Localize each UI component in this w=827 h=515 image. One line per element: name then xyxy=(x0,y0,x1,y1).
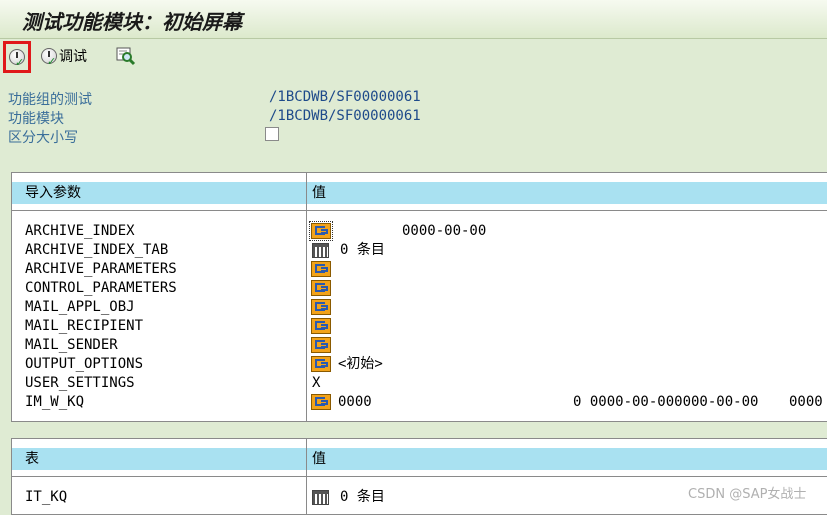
table-name: IT_KQ xyxy=(25,489,68,505)
execute-clock-icon: ✓ xyxy=(9,49,25,69)
function-module-value: /1BCDWB/SF00000061 xyxy=(269,108,421,124)
debug-clock-icon: ✓ xyxy=(41,48,57,68)
param-value-3: 0000 xyxy=(789,394,823,410)
import-parameters-panel: 导入参数 值 ARCHIVE_INDEX 0000-00-00 ARCHIVE_… xyxy=(11,172,827,422)
case-sensitive-label: 区分大小写 xyxy=(8,130,78,146)
structure-icon[interactable] xyxy=(311,299,331,315)
structure-icon[interactable] xyxy=(311,394,331,410)
magnifier-icon xyxy=(116,47,136,66)
param-name: USER_SETTINGS xyxy=(25,375,135,391)
param-name: MAIL_APPL_OBJ xyxy=(25,299,135,315)
param-value[interactable]: 0000-00-00 xyxy=(402,222,486,241)
structure-icon[interactable] xyxy=(311,318,331,334)
structure-icon[interactable] xyxy=(311,356,331,372)
table-value: 0 条目 xyxy=(340,489,385,505)
param-value-2: 0 0000-00-000000-00-00 xyxy=(573,394,759,410)
param-name: ARCHIVE_INDEX xyxy=(25,223,135,239)
structure-icon[interactable] xyxy=(309,221,333,241)
param-name: OUTPUT_OPTIONS xyxy=(25,356,144,372)
tables-header: 表 xyxy=(12,448,306,470)
import-values-header: 值 xyxy=(307,182,827,204)
param-value[interactable]: X xyxy=(312,374,320,393)
tables-panel: 表 值 IT_KQ 0 条目 xyxy=(11,438,827,515)
param-value: 0000 xyxy=(338,394,372,410)
param-value: <初始> xyxy=(338,356,383,372)
structure-icon[interactable] xyxy=(311,280,331,296)
param-name: MAIL_RECIPIENT xyxy=(25,318,144,334)
param-name: CONTROL_PARAMETERS xyxy=(25,280,177,296)
structure-icon[interactable] xyxy=(311,337,331,353)
page-title: 测试功能模块：初始屏幕 xyxy=(22,10,242,34)
execute-button[interactable]: ✓ xyxy=(3,41,31,73)
tables-values-header: 值 xyxy=(307,448,827,470)
import-params-header: 导入参数 xyxy=(12,182,306,204)
table-icon[interactable] xyxy=(312,490,329,505)
debug-button-label: 调试 xyxy=(59,49,87,65)
param-name: ARCHIVE_PARAMETERS xyxy=(25,261,177,277)
title-bar: 测试功能模块：初始屏幕 xyxy=(0,0,827,39)
case-sensitive-checkbox[interactable] xyxy=(265,127,279,141)
param-name: MAIL_SENDER xyxy=(25,337,118,353)
param-value: 0 条目 xyxy=(340,242,385,258)
table-icon[interactable] xyxy=(312,243,329,258)
find-button[interactable] xyxy=(116,46,136,70)
function-module-label: 功能模块 xyxy=(8,111,64,127)
function-group-value: /1BCDWB/SF00000061 xyxy=(269,89,421,105)
application-toolbar: ✓ ✓ 调试 xyxy=(0,39,827,76)
param-name: IM_W_KQ xyxy=(25,394,85,410)
function-group-label: 功能组的测试 xyxy=(8,92,92,108)
structure-icon[interactable] xyxy=(311,261,331,277)
debug-button[interactable]: ✓ 调试 xyxy=(41,46,87,68)
watermark: CSDN @SAP女战士 xyxy=(688,487,807,502)
param-name: ARCHIVE_INDEX_TAB xyxy=(25,242,169,258)
